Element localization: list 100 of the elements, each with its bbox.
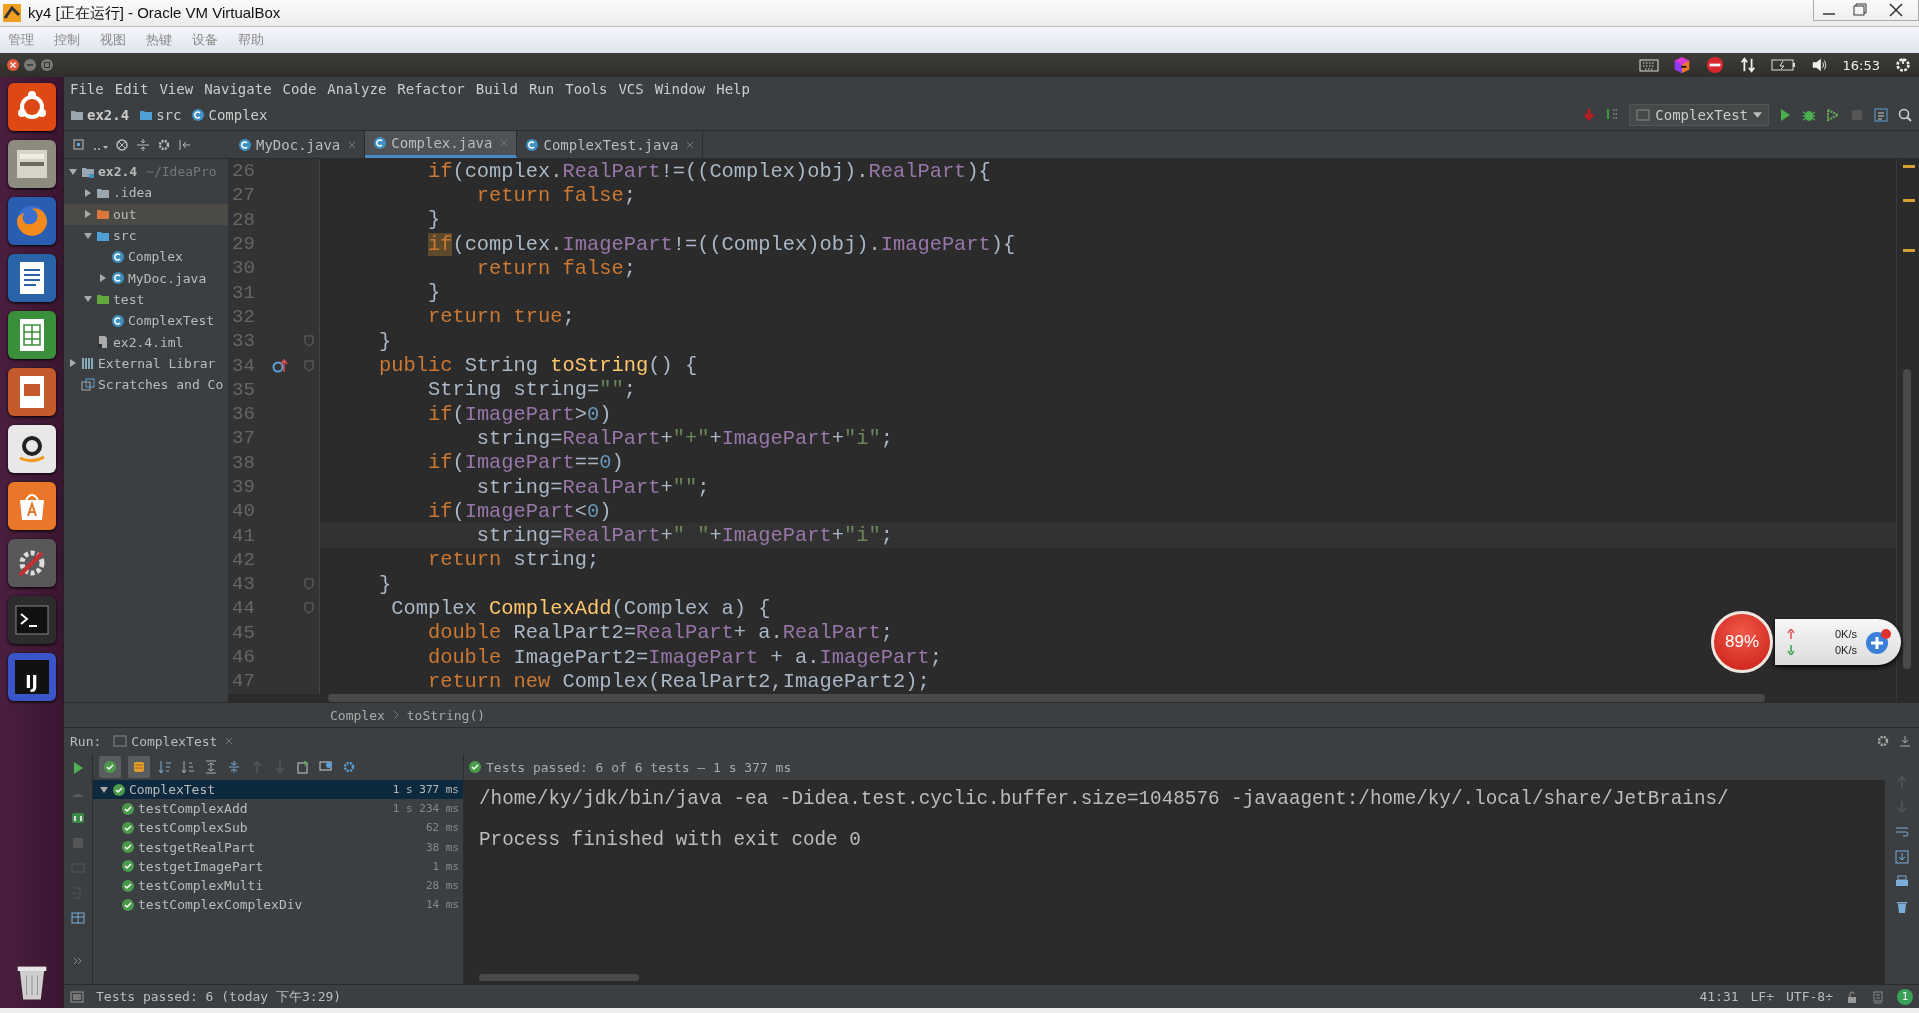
breadcrumb-item[interactable]: ex2.4: [87, 107, 130, 123]
panel-toggle-icon[interactable]: [70, 989, 84, 1004]
launcher-item[interactable]: [7, 83, 56, 131]
launcher-item[interactable]: [7, 482, 56, 530]
menu-item[interactable]: Refactor: [397, 80, 465, 97]
fold-marker-icon[interactable]: [303, 335, 314, 348]
fold-marker-icon[interactable]: [303, 602, 314, 615]
menu-item[interactable]: Run: [528, 80, 555, 97]
menu-item[interactable]: 设备: [192, 31, 218, 49]
menu-item[interactable]: 管理: [8, 31, 34, 49]
run-tab[interactable]: ComplexTest: [113, 733, 234, 749]
scrollbar[interactable]: [1903, 369, 1911, 669]
clock[interactable]: 16:53: [1842, 57, 1880, 73]
run-config-dropdown[interactable]: ComplexTest: [1629, 104, 1769, 126]
plus-icon[interactable]: [1863, 627, 1893, 657]
launcher-item[interactable]: IJ: [7, 653, 56, 701]
test-item[interactable]: testgetRealPart 38 ms: [93, 837, 463, 857]
tree-item[interactable]: Complex: [64, 246, 228, 268]
launcher-item[interactable]: [7, 140, 56, 188]
launcher-item[interactable]: [7, 425, 56, 473]
tree-item[interactable]: External Librar: [64, 352, 228, 374]
test-item[interactable]: testgetImagePart 1 ms: [93, 856, 463, 876]
structure-icon[interactable]: [1873, 107, 1889, 123]
menu-item[interactable]: 帮助: [238, 31, 264, 49]
launcher-item[interactable]: [7, 368, 56, 416]
tree-item[interactable]: ex2.4 ~/IdeaPro: [64, 161, 228, 183]
menu-item[interactable]: Analyze: [327, 80, 387, 97]
menu-item[interactable]: Navigate: [204, 80, 272, 97]
memory-gauge[interactable]: 89%: [1711, 611, 1773, 673]
test-item[interactable]: testComplexMulti 28 ms: [93, 875, 463, 896]
export-icon[interactable]: [295, 759, 311, 775]
menu-item[interactable]: Code: [282, 80, 317, 97]
menu-item[interactable]: View: [159, 80, 194, 97]
launcher-item[interactable]: [7, 311, 56, 359]
editor-tab[interactable]: ComplexTest.java: [517, 131, 704, 158]
breadcrumb-item[interactable]: src: [156, 107, 182, 123]
notification-badge[interactable]: 1: [1897, 988, 1913, 1005]
ignored-filter-icon[interactable]: [128, 756, 150, 778]
coverage-icon[interactable]: [1825, 107, 1841, 123]
test-item[interactable]: testComplexAdd 1 s 234 ms: [93, 799, 463, 819]
keyboard-icon[interactable]: [1638, 56, 1659, 74]
tree-item[interactable]: Scratches and Co: [64, 373, 228, 396]
fold-marker-icon[interactable]: [303, 578, 314, 591]
no-entry-icon[interactable]: [1704, 56, 1725, 74]
maximize-icon[interactable]: [40, 58, 54, 72]
tree-item[interactable]: MyDoc.java: [64, 267, 228, 289]
test-item[interactable]: testComplexComplexDiv 14 ms: [93, 895, 463, 915]
menu-item[interactable]: VCS: [618, 80, 644, 97]
breadcrumb-item[interactable]: Complex: [330, 707, 385, 723]
collapse-all-icon[interactable]: [226, 759, 242, 775]
scroll-end-icon[interactable]: [1894, 849, 1910, 865]
fold-marker-icon[interactable]: [303, 359, 314, 372]
menu-item[interactable]: 视图: [100, 31, 126, 49]
menu-item[interactable]: 控制: [54, 31, 80, 49]
file-encoding[interactable]: UTF-8÷: [1786, 989, 1833, 1004]
passed-filter-icon[interactable]: [99, 756, 121, 778]
editor-tab[interactable]: Complex.java: [365, 131, 518, 158]
hide-icon[interactable]: [1897, 733, 1913, 749]
download-arrow-icon: [1787, 645, 1795, 655]
test-item[interactable]: ComplexTest 1 s 377 ms: [93, 780, 463, 800]
settings-icon[interactable]: [1893, 56, 1913, 74]
scrollbar[interactable]: [328, 693, 1765, 702]
layout-icon[interactable]: [70, 910, 86, 926]
menu-item[interactable]: Tools: [565, 80, 608, 97]
sort-icon[interactable]: [157, 759, 173, 775]
speed-panel[interactable]: 0K/s 0K/s: [1775, 619, 1901, 665]
tree-item[interactable]: src: [64, 224, 228, 247]
wrap-icon[interactable]: [1894, 824, 1910, 840]
close-icon[interactable]: [6, 58, 20, 72]
battery-icon[interactable]: [1770, 56, 1797, 74]
test-item[interactable]: testComplexSub 62 ms: [93, 818, 463, 838]
menu-item[interactable]: Build: [475, 80, 518, 97]
search-icon[interactable]: [1897, 107, 1913, 123]
launcher-item[interactable]: [7, 197, 56, 245]
code-line: return string;: [426, 548, 600, 572]
menu-item[interactable]: 热键: [146, 31, 172, 49]
launcher-item[interactable]: [7, 539, 56, 587]
sync-icon[interactable]: [114, 136, 130, 153]
tree-item[interactable]: ex2.4.iml: [64, 331, 228, 353]
line-separator[interactable]: LF÷: [1750, 989, 1775, 1004]
cursor-position[interactable]: 41:31: [1699, 989, 1739, 1004]
collapse-icon[interactable]: [135, 136, 151, 153]
tree-item[interactable]: test: [64, 288, 228, 311]
sort-duration-icon[interactable]: [180, 759, 196, 775]
tree-item[interactable]: out: [64, 203, 228, 225]
expand-all-icon[interactable]: [203, 759, 219, 775]
menu-item[interactable]: Window: [654, 80, 706, 97]
scrollbar[interactable]: [479, 974, 639, 981]
override-marker-icon[interactable]: [272, 357, 288, 374]
tree-item[interactable]: ComplexTest: [64, 310, 228, 332]
breadcrumb-item[interactable]: toString(): [406, 707, 486, 723]
tree-item[interactable]: .idea: [64, 182, 228, 204]
launcher-item[interactable]: [7, 254, 56, 302]
menu-item[interactable]: File: [70, 80, 104, 97]
lock-icon[interactable]: [1845, 989, 1859, 1004]
menu-item[interactable]: Help: [716, 80, 750, 97]
toggle-icon[interactable]: [70, 810, 86, 826]
menu-item[interactable]: Edit: [114, 80, 149, 97]
download-rate: 0K/s: [1834, 644, 1857, 656]
breadcrumb-item[interactable]: Complex: [208, 107, 268, 123]
